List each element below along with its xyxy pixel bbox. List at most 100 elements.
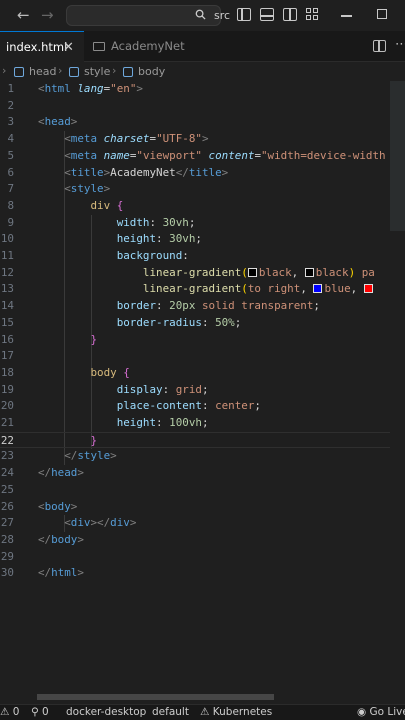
preview-icon (93, 42, 105, 51)
code-line[interactable]: 13 linear-gradient(to right, blue, (0, 281, 390, 298)
code-line[interactable]: 26 <body> (0, 499, 390, 516)
code-text: } (90, 332, 98, 346)
kube-namespace[interactable]: default (152, 706, 189, 718)
code-line[interactable]: 17 (0, 348, 390, 365)
code-line[interactable]: 9 width: 30vh; (0, 215, 390, 232)
line-number: 14 (0, 299, 14, 313)
code-line[interactable]: 14 border: 20px solid transparent; (0, 298, 390, 315)
warning-icon: ⚠ (200, 706, 210, 718)
errors-count: 0 (12, 706, 20, 718)
toggle-primary-sidebar-icon[interactable] (237, 8, 251, 21)
status-bar: ⚠ 0 ⚲ 0 docker-desktop default ⚠ Kuberne… (0, 704, 405, 720)
more-actions-icon[interactable]: ⋯ (395, 37, 405, 52)
code-line[interactable]: 27 <div></div> (0, 515, 390, 532)
kubernetes-indicator[interactable]: ⚠ Kubernetes (200, 706, 272, 718)
maximize-icon[interactable] (377, 9, 387, 19)
line-number: 28 (0, 532, 14, 546)
code-line[interactable]: 15 border-radius: 50%; (0, 315, 390, 332)
line-number: 12 (0, 265, 14, 279)
customize-layout-icon[interactable] (306, 8, 320, 21)
code-text: <title>AcademyNet</title> (64, 165, 229, 179)
breadcrumb: › head › style › body (0, 62, 405, 82)
go-live-button[interactable]: ◉ Go Live (357, 706, 405, 718)
line-number: 17 (0, 349, 14, 363)
editor-tab-bar: index.html ✕ AcademyNet ⋯ (0, 31, 405, 62)
code-line[interactable]: 12 linear-gradient(black, black) pa (0, 265, 390, 282)
horizontal-scrollbar[interactable] (37, 694, 274, 700)
code-text: height: 30vh; (116, 232, 202, 246)
tab-academynet[interactable]: AcademyNet (85, 31, 200, 62)
breadcrumb-item-body[interactable]: body (138, 65, 165, 78)
radio-tower-icon: ⚲ (31, 706, 39, 718)
ports-indicator[interactable]: ⚲ 0 (31, 706, 49, 718)
code-line[interactable]: 24 </head> (0, 465, 390, 482)
toggle-panel-icon[interactable] (260, 8, 274, 21)
kubernetes-label: Kubernetes (212, 706, 273, 718)
tab-index-html[interactable]: index.html ✕ (0, 31, 84, 62)
code-line[interactable]: 3 <head> (0, 114, 390, 131)
code-text: <meta charset="UTF-8"> (64, 132, 209, 146)
code-text: } (90, 433, 98, 447)
code-text: background: (116, 249, 189, 262)
code-line[interactable]: 2 (0, 98, 390, 115)
code-line[interactable]: 29 (0, 549, 390, 566)
line-number: 2 (7, 98, 14, 112)
title-bar: ← → src (0, 0, 405, 31)
code-line[interactable]: 4 <meta charset="UTF-8"> (0, 131, 390, 148)
line-number: 16 (0, 332, 14, 346)
problems-indicator[interactable]: ⚠ 0 (0, 706, 19, 718)
code-line[interactable]: 16 } (0, 332, 390, 349)
code-line[interactable]: 28 </body> (0, 532, 390, 549)
code-text: </body> (38, 532, 84, 546)
code-line[interactable]: 1 <html lang="en"> (0, 81, 390, 98)
breadcrumb-item-style[interactable]: style (84, 65, 110, 78)
tab-label: AcademyNet (111, 39, 185, 53)
code-text: <div></div> (64, 516, 137, 530)
code-line[interactable]: 10 height: 30vh; (0, 231, 390, 248)
code-line[interactable]: 30 </html> (0, 565, 390, 582)
code-line[interactable]: 19 display: grid; (0, 382, 390, 399)
code-line[interactable]: 8 div { (0, 198, 390, 215)
code-line[interactable]: 11 background: (0, 248, 390, 265)
line-number: 23 (0, 449, 14, 463)
code-line[interactable]: 7 <style> (0, 181, 390, 198)
code-line[interactable]: 22 } (0, 431, 390, 449)
forward-arrow-icon[interactable]: → (41, 6, 54, 24)
line-number: 7 (7, 182, 14, 196)
line-number: 19 (0, 382, 14, 396)
broadcast-icon: ◉ (357, 706, 367, 718)
code-line[interactable]: 25 (0, 482, 390, 499)
split-editor-icon[interactable] (373, 40, 386, 52)
code-text: <html lang="en"> (38, 82, 143, 95)
code-line[interactable]: 21 height: 100vh; (0, 415, 390, 432)
code-line[interactable]: 23 </style> (0, 448, 390, 465)
element-icon (69, 67, 79, 77)
close-icon[interactable]: ✕ (63, 32, 74, 63)
line-number: 18 (0, 365, 14, 379)
code-line[interactable]: 6 <title>AcademyNet</title> (0, 165, 390, 182)
line-number: 10 (0, 232, 14, 246)
code-text: div { (90, 198, 124, 212)
minimize-icon[interactable] (341, 15, 352, 17)
back-arrow-icon[interactable]: ← (17, 6, 30, 24)
code-editor[interactable]: 1 <html lang="en"> 2 3 <head> 4 <meta charset… (0, 81, 390, 684)
code-line[interactable]: 5 <meta name="viewport" content="width=d… (0, 148, 390, 165)
line-number: 30 (0, 566, 14, 580)
code-text: display: grid; (116, 382, 209, 396)
code-line[interactable]: 18 body { (0, 365, 390, 382)
chevron-right-icon: › (58, 64, 63, 77)
command-center-search[interactable]: src (66, 5, 230, 26)
vertical-scrollbar[interactable] (390, 81, 405, 231)
line-number: 24 (0, 466, 14, 480)
toggle-secondary-sidebar-icon[interactable] (283, 8, 297, 21)
breadcrumb-item-head[interactable]: head (29, 65, 56, 78)
line-number: 11 (0, 249, 14, 262)
line-number: 6 (7, 165, 14, 179)
line-number: 8 (7, 198, 14, 212)
code-text: </head> (38, 466, 84, 480)
tab-label: index.html (6, 40, 68, 54)
line-number: 20 (0, 399, 14, 413)
kube-context[interactable]: docker-desktop (66, 706, 146, 718)
line-number: 29 (0, 549, 14, 563)
code-line[interactable]: 20 place-content: center; (0, 398, 390, 415)
